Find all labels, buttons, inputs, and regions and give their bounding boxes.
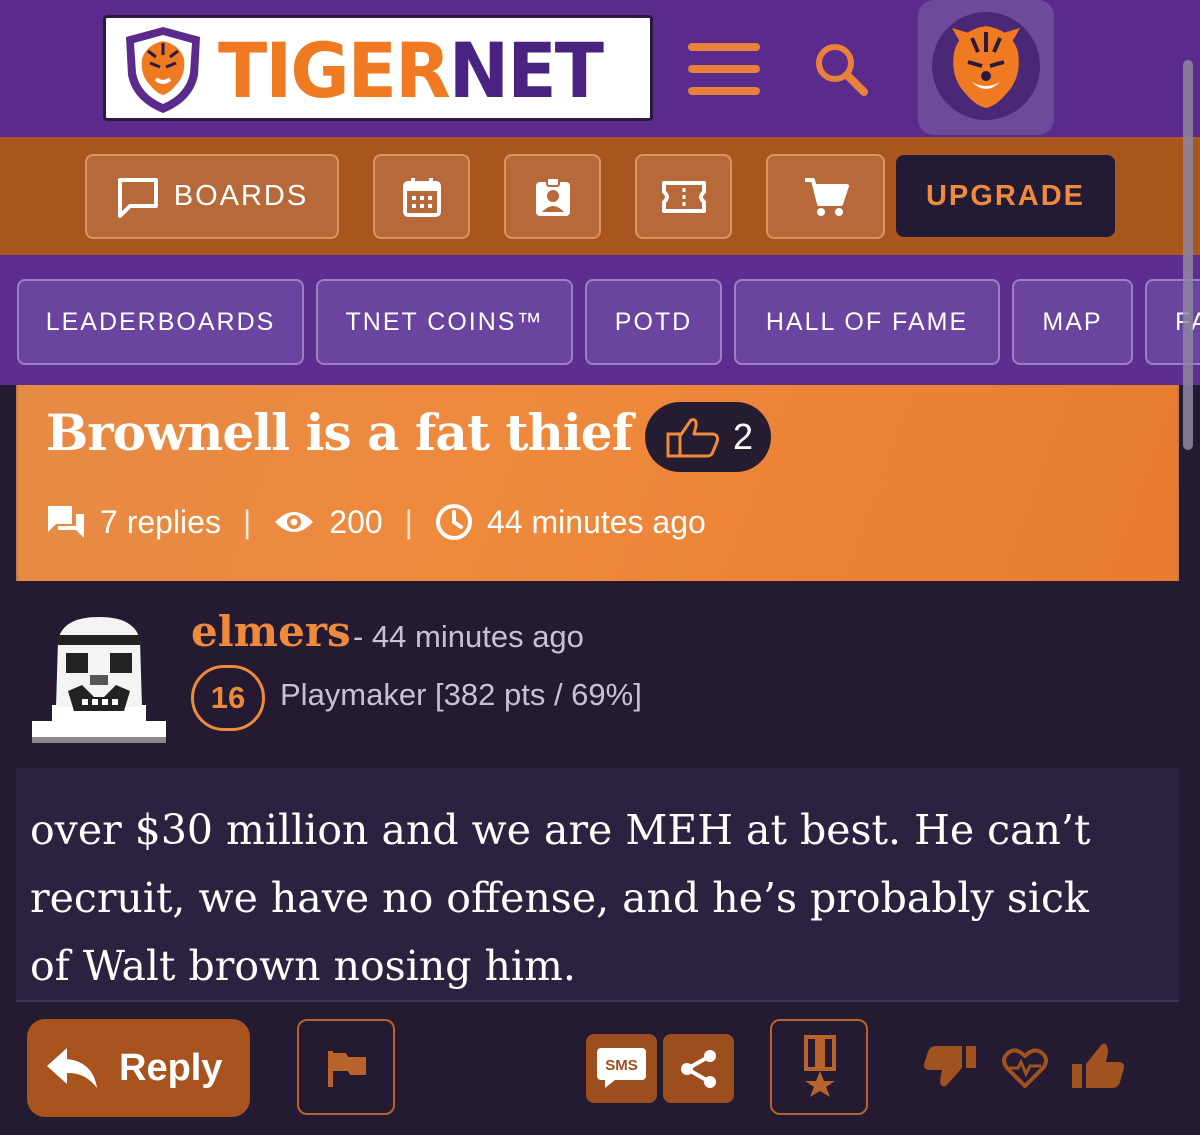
clock-icon xyxy=(435,504,472,540)
search-icon[interactable] xyxy=(812,40,870,98)
view-count: 200 xyxy=(329,503,383,540)
sms-label: SMS xyxy=(605,1057,638,1074)
calendar-icon xyxy=(402,177,441,217)
tiger-avatar-icon xyxy=(932,12,1040,120)
meta-separator: | xyxy=(404,503,413,540)
cart-icon xyxy=(804,177,849,216)
boards-button[interactable]: BOARDS xyxy=(85,154,339,239)
thumbs-up-icon[interactable] xyxy=(1070,1040,1126,1090)
shop-button[interactable] xyxy=(766,154,885,239)
user-avatar-button[interactable] xyxy=(918,0,1054,135)
hamburger-icon[interactable] xyxy=(688,43,760,95)
post-time: - 44 minutes ago xyxy=(353,619,584,654)
secondary-nav: LEADERBOARDS TNET COINS™ POTD HALL OF FA… xyxy=(0,255,1200,385)
id-badge-icon xyxy=(535,176,570,216)
sms-icon: SMS xyxy=(597,1048,646,1088)
reply-count: 7 replies xyxy=(100,503,221,540)
user-level-badge: 16 xyxy=(191,665,265,731)
views-eye-icon xyxy=(275,512,314,532)
share-button[interactable] xyxy=(663,1034,734,1103)
site-header: TIGERNET xyxy=(0,0,1200,137)
reply-label: Reply xyxy=(119,1046,223,1089)
post-author-row: elmers - 44 minutes ago 16 Playmaker [38… xyxy=(16,589,1179,764)
tab-tnet-coins[interactable]: TNET COINS™ xyxy=(316,279,573,365)
share-icon xyxy=(681,1050,716,1088)
sms-button[interactable]: SMS xyxy=(586,1034,657,1103)
calendar-button[interactable] xyxy=(373,154,470,239)
thread-header: Brownell is a fat thief 2 7 replies | 20… xyxy=(16,385,1179,581)
post-text: over $30 million and we are MEH at best.… xyxy=(30,806,1091,990)
profile-badge-button[interactable] xyxy=(504,154,601,239)
reply-arrow-icon xyxy=(47,1048,97,1088)
upgrade-button[interactable]: UPGRADE xyxy=(896,155,1115,237)
site-logo[interactable]: TIGERNET xyxy=(103,15,653,121)
post-body: over $30 million and we are MEH at best.… xyxy=(16,768,1179,1000)
chat-icon xyxy=(117,177,158,218)
stormtrooper-avatar[interactable] xyxy=(32,611,166,743)
reply-button[interactable]: Reply xyxy=(27,1019,250,1117)
tab-leaderboards[interactable]: LEADERBOARDS xyxy=(17,279,304,365)
medal-icon xyxy=(804,1035,836,1097)
tab-hall-of-fame[interactable]: HALL OF FAME xyxy=(734,279,1000,365)
main-toolbar: BOARDS UPGRADE xyxy=(0,137,1200,255)
ticket-icon xyxy=(661,180,706,213)
replies-icon xyxy=(48,506,84,538)
thread-like-count: 2 xyxy=(733,416,754,457)
tab-map[interactable]: MAP xyxy=(1012,279,1133,365)
meta-separator: | xyxy=(242,503,252,540)
thread-like-badge[interactable]: 2 xyxy=(645,402,771,472)
tiger-shield-icon xyxy=(126,27,200,113)
tab-potd[interactable]: POTD xyxy=(585,279,722,365)
award-button[interactable] xyxy=(770,1019,868,1115)
flag-icon xyxy=(328,1051,366,1087)
page: TIGERNET BOARDS UPGRADE LEADERBOARDS TNE… xyxy=(0,0,1200,1135)
flag-button[interactable] xyxy=(297,1019,395,1115)
tickets-button[interactable] xyxy=(635,154,732,239)
thread-posted-time: 44 minutes ago xyxy=(486,503,706,540)
thread-meta: 7 replies | 200 | 44 minutes ago xyxy=(46,500,706,544)
post-username[interactable]: elmers xyxy=(191,607,351,656)
user-rank: Playmaker [382 pts / 69%] xyxy=(280,677,642,712)
thumbs-up-outline-icon xyxy=(666,418,719,458)
thumbs-down-icon[interactable] xyxy=(922,1044,978,1090)
logo-wordmark: TIGERNET xyxy=(218,26,604,115)
boards-label: BOARDS xyxy=(173,180,309,212)
post-actions: Reply SMS xyxy=(16,1000,1179,1135)
scrollbar[interactable] xyxy=(1183,60,1193,450)
heart-icon[interactable] xyxy=(1001,1046,1049,1090)
thread-title: Brownell is a fat thief xyxy=(46,403,633,462)
